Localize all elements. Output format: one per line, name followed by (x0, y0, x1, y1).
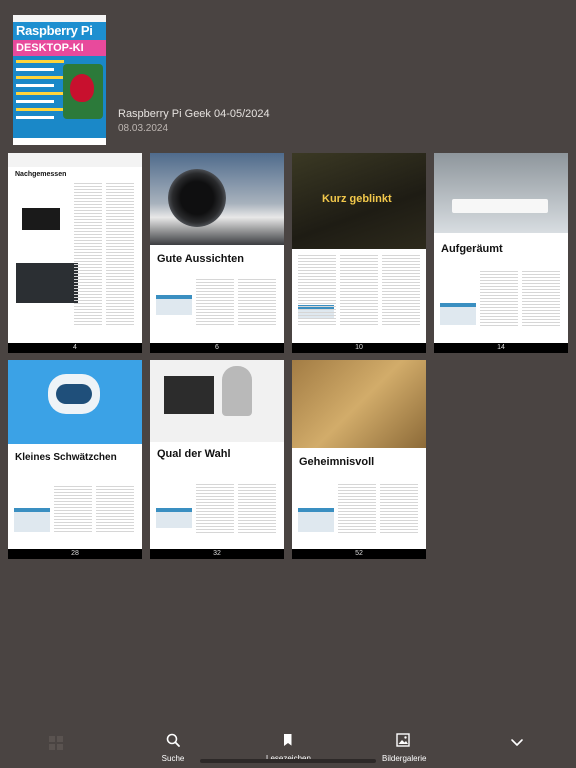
page-thumbnail[interactable]: Gute Aussichten (150, 153, 284, 343)
article-title: Geheimnisvoll (299, 456, 375, 468)
page-thumbnail[interactable]: Geheimnisvoll (292, 360, 426, 549)
page-number: 4 (8, 343, 142, 353)
image-gallery-icon (396, 733, 410, 747)
image-gallery-button[interactable]: Bildergalerie (382, 733, 427, 763)
page-number: 32 (150, 549, 284, 559)
home-indicator[interactable] (200, 759, 376, 763)
article-title: Kleines Schwätzchen (15, 452, 117, 463)
article-title: Gute Aussichten (157, 253, 244, 265)
cover-brand: Raspberry Pi (13, 22, 106, 40)
article-title: Kurz geblinkt (322, 193, 392, 205)
search-button[interactable]: Suche (160, 733, 186, 763)
issue-title: Raspberry Pi Geek 04-05/2024 (118, 108, 270, 120)
page-thumbnail[interactable]: Nachgemessen (8, 153, 142, 343)
page-number: 28 (8, 549, 142, 559)
bookmark-icon (284, 734, 293, 746)
search-label: Suche (161, 754, 185, 763)
article-title: Qual der Wahl (157, 448, 231, 460)
chevron-down-icon (511, 739, 523, 746)
collapse-button[interactable] (510, 735, 524, 753)
page-number: 52 (292, 549, 426, 559)
grid-view-button[interactable] (48, 735, 64, 756)
cover-headline: DESKTOP-KI (13, 40, 106, 56)
page-number: 14 (434, 343, 568, 353)
page-thumbnail[interactable]: Kleines Schwätzchen (8, 360, 142, 549)
page-number: 10 (292, 343, 426, 353)
cover-artwork (13, 56, 106, 145)
cover-topline (13, 15, 106, 22)
issue-date: 08.03.2024 (118, 123, 169, 134)
issue-cover-thumbnail[interactable]: Raspberry Pi DESKTOP-KI (13, 15, 106, 145)
page-thumbnail[interactable]: Qual der Wahl (150, 360, 284, 549)
page-number: 6 (150, 343, 284, 353)
article-title: Nachgemessen (15, 171, 67, 178)
article-title: Aufgeräumt (441, 243, 503, 255)
grid-icon (49, 736, 63, 750)
page-thumbnail[interactable]: Aufgeräumt (434, 153, 568, 343)
image-gallery-label: Bildergalerie (382, 754, 427, 763)
raspberry-logo-icon (70, 74, 94, 102)
page-thumbnail[interactable]: Kurz geblinkt (292, 153, 426, 343)
search-icon (166, 733, 180, 747)
